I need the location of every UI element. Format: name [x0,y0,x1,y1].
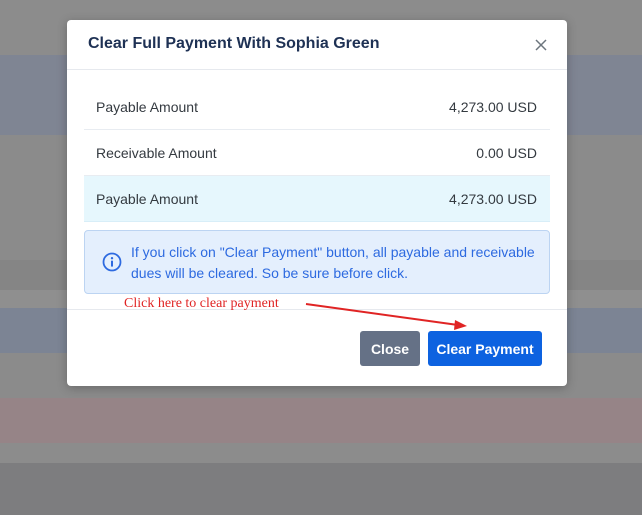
close-button[interactable]: Close [360,331,420,366]
clear-payment-modal: Clear Full Payment With Sophia Green Pay… [67,20,567,386]
row-value: 4,273.00 USD [449,99,537,115]
modal-title: Clear Full Payment With Sophia Green [88,35,380,52]
modal-header: Clear Full Payment With Sophia Green [67,20,567,70]
table-row: Payable Amount 4,273.00 USD [84,84,550,130]
row-label: Receivable Amount [96,145,217,161]
row-label: Payable Amount [96,191,198,207]
backdrop-stripe [0,443,642,463]
row-label: Payable Amount [96,99,198,115]
clear-payment-button[interactable]: Clear Payment [428,331,542,366]
close-icon[interactable] [531,35,551,55]
row-value: 0.00 USD [476,145,537,161]
table-row: Receivable Amount 0.00 USD [84,130,550,176]
payment-summary-table: Payable Amount 4,273.00 USD Receivable A… [84,84,550,222]
table-row-total: Payable Amount 4,273.00 USD [84,176,550,222]
backdrop-stripe [0,463,642,515]
backdrop-stripe [0,398,642,443]
annotation-label: Click here to clear payment [124,296,279,311]
info-icon [102,252,122,272]
alert-message: If you click on "Clear Payment" button, … [131,244,535,281]
info-alert: If you click on "Clear Payment" button, … [84,230,550,294]
row-value: 4,273.00 USD [449,191,537,207]
